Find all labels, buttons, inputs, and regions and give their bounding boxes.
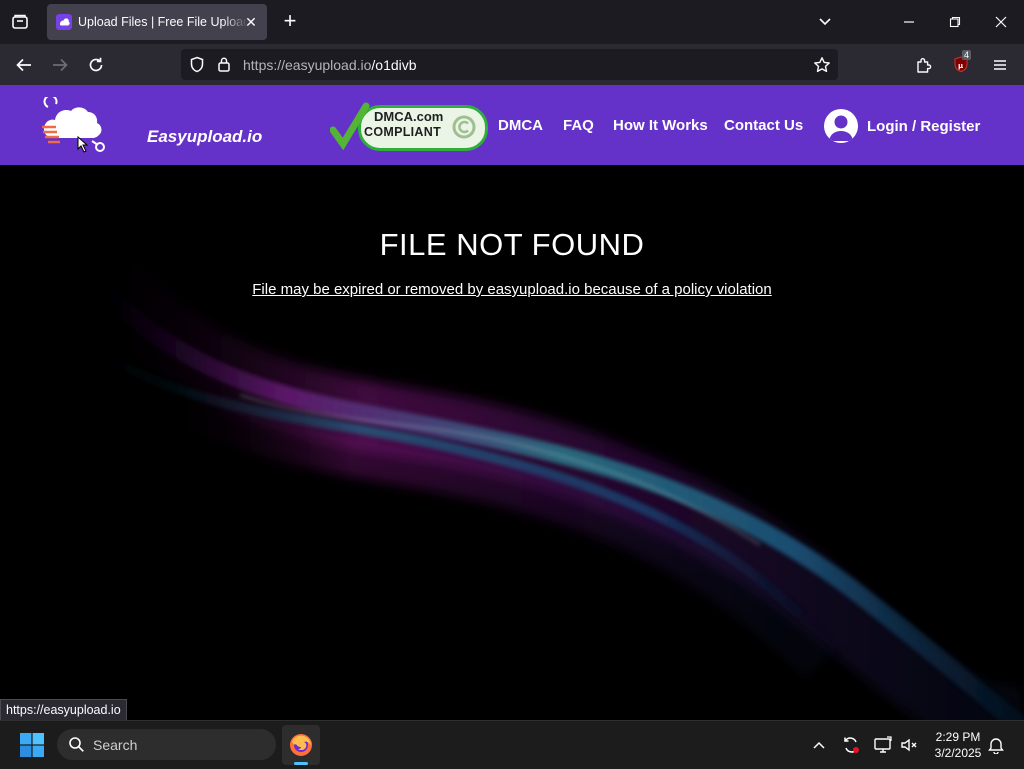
error-message-link[interactable]: File may be expired or removed by easyup… [0, 281, 1024, 298]
browser-nav-bar: https://easyupload.io/o1divb μ 4 [0, 44, 1024, 85]
nav-link-faq[interactable]: FAQ [563, 117, 594, 134]
windows-taskbar: Search 2:29 PM 3/2/2025 [0, 720, 1024, 769]
close-window-icon[interactable] [978, 0, 1024, 44]
dmca-badge-line2: COMPLIANT [364, 125, 441, 139]
url-path: /o1divb [371, 57, 417, 73]
browser-tab-bar: Upload Files | Free File Upload and Tran… [0, 0, 1024, 44]
volume-muted-icon[interactable] [899, 735, 919, 755]
svg-text:μ: μ [958, 62, 963, 70]
browser-tab[interactable]: Upload Files | Free File Upload and Tran… [47, 4, 267, 40]
active-app-indicator [294, 762, 308, 765]
dmca-badge-line1: DMCA.com [374, 109, 444, 124]
extensions-puzzle-icon[interactable] [911, 52, 937, 78]
reload-icon[interactable] [83, 52, 109, 78]
padlock-icon[interactable] [217, 56, 231, 78]
dmca-compliant-badge[interactable]: DMCA.com COMPLIANT [330, 102, 488, 151]
tab-list-icon[interactable] [8, 10, 32, 34]
login-register-label: Login / Register [867, 117, 981, 135]
firefox-icon [290, 734, 312, 756]
network-display-icon[interactable] [873, 735, 893, 755]
new-tab-icon[interactable]: + [278, 10, 302, 34]
tab-title: Upload Files | Free File Upload and Tran… [78, 15, 248, 29]
windows-start-icon[interactable] [20, 733, 44, 757]
minimize-icon[interactable] [886, 0, 932, 44]
back-arrow-icon[interactable] [11, 52, 37, 78]
notification-bell-icon[interactable] [986, 735, 1006, 755]
error-heading: FILE NOT FOUND [379, 227, 645, 262]
app-menu-icon[interactable] [987, 52, 1013, 78]
url-bar[interactable]: https://easyupload.io/o1divb [181, 49, 838, 80]
search-label: Search [93, 737, 138, 753]
site-logo[interactable]: Easyupload.io [40, 97, 262, 159]
site-favicon-icon [56, 14, 72, 30]
user-avatar-icon [824, 109, 858, 143]
ublock-extension-icon[interactable]: μ 4 [949, 50, 975, 78]
site-header: Easyupload.io DMCA.com COMPLIANT DMCA FA… [0, 85, 1024, 165]
nav-link-how-it-works[interactable]: How It Works [613, 117, 708, 134]
site-brand-name: Easyupload.io [147, 127, 263, 146]
extension-badge: 4 [962, 50, 972, 60]
search-icon [68, 736, 85, 758]
list-all-tabs-icon[interactable] [802, 0, 848, 44]
restore-icon[interactable] [932, 0, 978, 44]
forward-arrow-icon[interactable] [47, 52, 73, 78]
login-register-link[interactable]: Login / Register [824, 107, 980, 145]
nav-link-dmca[interactable]: DMCA [498, 117, 543, 134]
taskbar-search-box[interactable]: Search [57, 729, 276, 760]
tab-close-icon[interactable]: ✕ [243, 14, 259, 30]
show-hidden-icons-chevron-icon[interactable] [809, 735, 829, 755]
main-content: FILE NOT FOUND File may be expired or re… [0, 165, 1024, 720]
nav-link-contact-us[interactable]: Contact Us [724, 117, 803, 134]
bookmark-star-icon[interactable] [813, 56, 831, 79]
sync-alert-icon[interactable] [841, 735, 861, 755]
link-status-tooltip: https://easyupload.io [0, 699, 127, 722]
tracking-protection-shield-icon[interactable] [189, 56, 205, 78]
url-host: https://easyupload.io [243, 57, 372, 73]
url-text: https://easyupload.io/o1divb [243, 57, 417, 73]
taskbar-firefox-app[interactable] [282, 725, 320, 765]
copyright-icon [452, 115, 476, 139]
